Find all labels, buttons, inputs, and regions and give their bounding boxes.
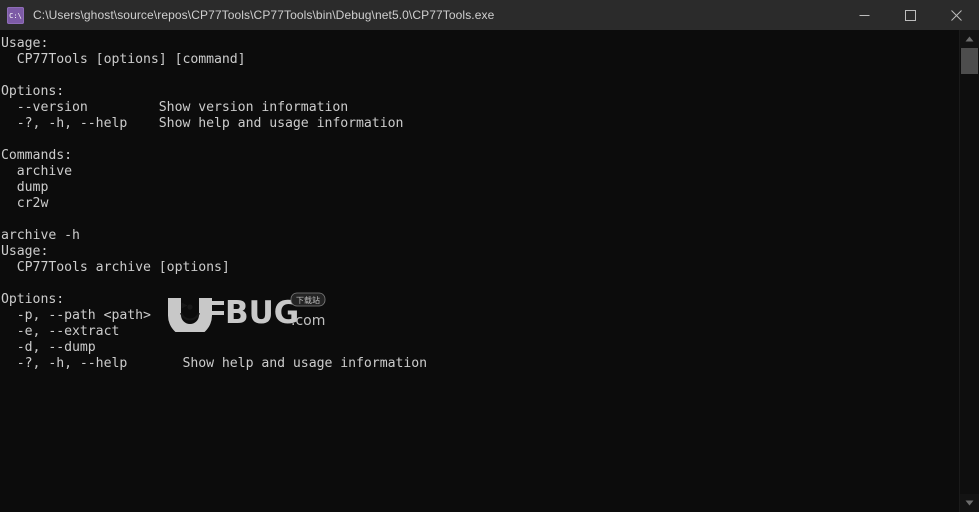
- minimize-button[interactable]: [841, 0, 887, 30]
- scroll-down-arrow[interactable]: [960, 494, 979, 512]
- title-bar[interactable]: C:\ C:\Users\ghost\source\repos\CP77Tool…: [0, 0, 979, 30]
- maximize-button[interactable]: [887, 0, 933, 30]
- console-output-text: Usage: CP77Tools [options] [command] Opt…: [1, 36, 428, 371]
- console-output-area[interactable]: Usage: CP77Tools [options] [command] Opt…: [0, 30, 959, 512]
- svg-text:C:\: C:\: [9, 12, 22, 20]
- console-body: Usage: CP77Tools [options] [command] Opt…: [0, 30, 979, 512]
- close-button[interactable]: [933, 0, 979, 30]
- vertical-scrollbar[interactable]: [959, 30, 979, 512]
- window-title: C:\Users\ghost\source\repos\CP77Tools\CP…: [33, 8, 495, 22]
- scrollbar-thumb[interactable]: [961, 48, 978, 74]
- window-controls: [841, 0, 979, 30]
- scrollbar-track[interactable]: [960, 48, 979, 494]
- console-app-icon: C:\: [7, 6, 24, 24]
- scroll-up-arrow[interactable]: [960, 30, 979, 48]
- console-window: C:\ C:\Users\ghost\source\repos\CP77Tool…: [0, 0, 979, 512]
